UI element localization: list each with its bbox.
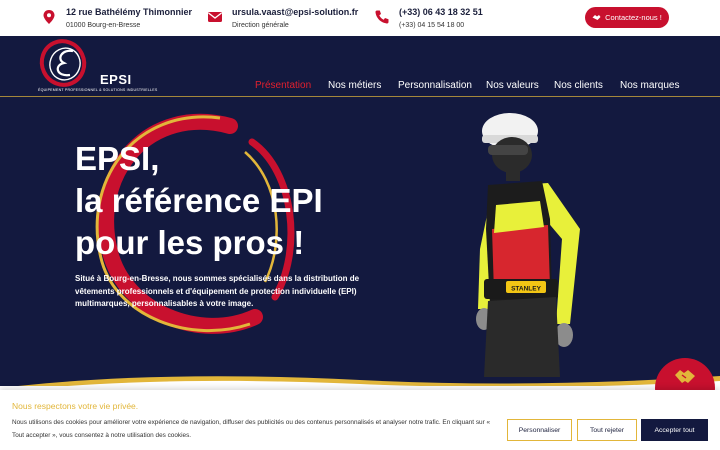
contact-us-label: Contactez-nous ! (605, 13, 662, 22)
phone-mobile: (+33) 06 43 18 32 51 (399, 7, 483, 17)
section-wave-divider (18, 376, 720, 386)
nav-nos-marques[interactable]: Nos marques (620, 80, 679, 94)
email-contact[interactable]: ursula.vaast@epsi-solution.fr Direction … (207, 6, 358, 32)
ppe-mannequin-image: STANLEY (476, 113, 580, 377)
hero-title-line1: EPSI, (75, 140, 160, 177)
cookie-text: Nous utilisons des cookies pour améliore… (12, 419, 491, 439)
contact-us-button[interactable]: Contactez-nous ! (585, 7, 669, 28)
address-contact[interactable]: 12 rue Bathélémy Thimonnier 01000 Bourg-… (41, 6, 192, 32)
map-pin-icon (43, 10, 55, 24)
hero-title-line3: pour les pros ! (75, 224, 305, 261)
handshake-icon (675, 370, 695, 383)
contact-bar: 12 rue Bathélémy Thimonnier 01000 Bourg-… (0, 0, 720, 36)
address-line2: 01000 Bourg-en-Bresse (66, 22, 141, 29)
hero-section: EPSI ÉQUIPEMENT PROFESSIONNEL & SOLUTION… (0, 36, 720, 386)
nav-nos-valeurs[interactable]: Nos valeurs (486, 80, 539, 94)
nav-personnalisation[interactable]: Personnalisation (398, 80, 472, 94)
phone-icon (375, 10, 389, 24)
handshake-icon (592, 15, 601, 20)
belt-brand-label: STANLEY (511, 286, 542, 293)
address-line1: 12 rue Bathélémy Thimonnier (66, 7, 193, 17)
cookie-title: Nous respectons votre vie privée. (12, 401, 139, 411)
envelope-icon (208, 12, 222, 22)
cookie-consent-banner: Nous respectons votre vie privée. Nous u… (0, 390, 720, 450)
nav-nos-clients[interactable]: Nos clients (554, 80, 603, 94)
logo-wordmark: EPSI (100, 72, 132, 87)
customize-cookies-button[interactable]: Personnaliser (507, 419, 572, 441)
logo-tagline: ÉQUIPEMENT PROFESSIONNEL & SOLUTIONS IND… (38, 88, 158, 92)
hero-title-line2: la référence EPI (75, 182, 323, 219)
header-divider (0, 96, 720, 97)
nav-presentation[interactable]: Présentation (255, 80, 311, 94)
email-address: ursula.vaast@epsi-solution.fr (232, 7, 359, 17)
reject-all-cookies-button[interactable]: Tout rejeter (577, 419, 637, 441)
accept-all-cookies-button[interactable]: Accepter tout (641, 419, 708, 441)
nav-nos-metiers[interactable]: Nos métiers (328, 80, 381, 94)
phone-contact[interactable]: (+33) 06 43 18 32 51 (+33) 04 15 54 18 0… (374, 6, 483, 32)
email-role: Direction générale (232, 22, 289, 29)
phone-landline: (+33) 04 15 54 18 00 (399, 22, 465, 29)
hero-description: Situé à Bourg-en-Bresse, nous sommes spé… (75, 274, 360, 308)
